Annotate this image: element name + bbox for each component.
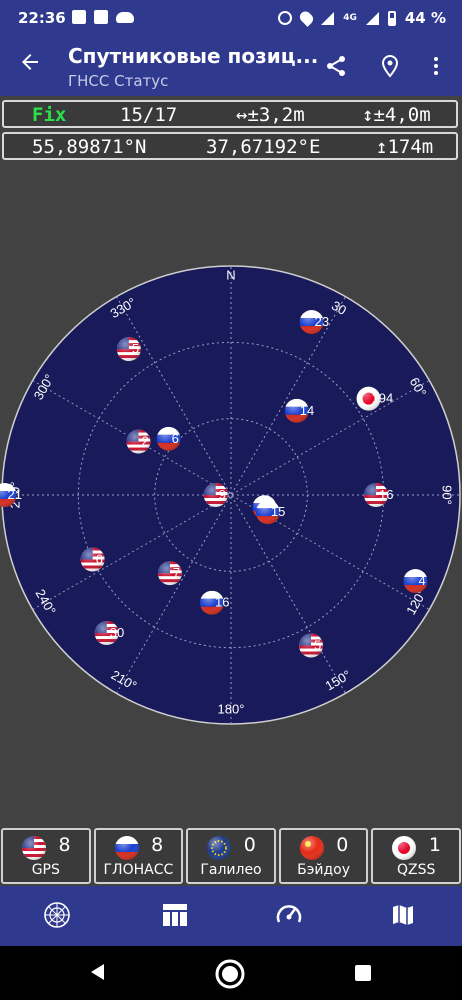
count-label: GPS (31, 862, 60, 878)
count-label: Галилео (200, 862, 262, 878)
location-marker-icon (381, 54, 399, 78)
eu-flag-icon (206, 835, 233, 861)
russia-flag-icon (114, 835, 140, 861)
horizontal-accuracy: ↔±3,2m (236, 104, 305, 126)
share-icon (327, 56, 345, 76)
image-icon (72, 10, 86, 24)
more-vert-icon (434, 57, 438, 75)
count-value: 1 (428, 834, 441, 856)
position-info-row: 55,89871°N 37,67192°E ↥174m (2, 132, 458, 160)
satellite-id: 4 (418, 573, 425, 588)
recents-square-icon[interactable] (354, 964, 372, 982)
satellite-id: 2 (141, 434, 148, 449)
satellite-marker[interactable]: 9 (204, 483, 228, 507)
arrow-back-icon (22, 54, 38, 70)
table-icon (163, 904, 187, 926)
app-bar: Спутниковые позиц... ГНСС Статус (0, 36, 462, 96)
page-title: Спутниковые позиц... (68, 44, 319, 68)
alarm-icon (278, 11, 293, 25)
notification-icons (72, 10, 134, 24)
status-time: 22:36 (18, 9, 66, 27)
satellite-id: 6 (172, 431, 179, 446)
nav-map[interactable] (386, 898, 420, 932)
count-value: 0 (243, 834, 256, 856)
count-qzss[interactable]: 1 QZSS (371, 828, 461, 884)
signal2-icon (365, 11, 379, 25)
satellite-marker[interactable]: 7 (158, 561, 182, 585)
count-beidou[interactable]: 0 Бэйдоу (278, 828, 369, 884)
constellation-counts: 8 GPS 8 ГЛОНАСС 0 Галилео 0 Бэйдоу 1 QZS… (0, 828, 462, 886)
satellite-id: 30 (110, 625, 124, 640)
satellite-marker[interactable]: 2 (126, 430, 150, 454)
japan-flag-icon (392, 836, 417, 860)
count-value: 8 (58, 834, 71, 856)
skyplot-icon (44, 902, 70, 928)
satellite-marker[interactable]: 6 (81, 548, 105, 572)
battery-level: 44 % (404, 9, 446, 27)
satellite-id: 16 (379, 487, 393, 502)
satellite-id: 6 (96, 552, 103, 567)
compass-label: N (226, 267, 235, 282)
nav-skyplot[interactable] (40, 898, 74, 932)
count-value: 8 (151, 834, 164, 856)
back-triangle-icon[interactable] (88, 962, 108, 982)
altitude: ↥174m (376, 136, 434, 158)
system-navigation (0, 946, 462, 1000)
satellite-id: 5 (314, 638, 321, 653)
more-options-button[interactable] (420, 50, 452, 82)
compass-label: 90° (440, 485, 455, 505)
latitude: 55,89871°N (32, 136, 147, 158)
fix-info-row: Fix 15/17 ↔±3,2m ↕±4,0m (2, 100, 458, 128)
count-galileo[interactable]: 0 Галилео (186, 828, 276, 884)
location-button[interactable] (374, 50, 406, 82)
satellite-id: 23 (315, 314, 329, 329)
longitude: 37,67192°E (206, 136, 321, 158)
cloud-icon (116, 12, 134, 23)
nav-speed[interactable] (272, 898, 306, 932)
status-right: 4G 44 % (278, 9, 446, 27)
satellite-id: 21 (8, 487, 22, 502)
satellite-id: 9 (219, 487, 226, 502)
china-flag-icon (299, 836, 324, 860)
map-icon (393, 905, 413, 925)
satellite-marker[interactable]: 5 (117, 337, 141, 361)
share-button[interactable] (320, 50, 352, 82)
satellite-id: 7 (173, 565, 180, 580)
nav-table[interactable] (158, 898, 192, 932)
skyplot[interactable]: N3060°90°120°150°180°210°240°270°300°330… (0, 262, 462, 728)
speedometer-icon (276, 905, 302, 923)
battery-icon (387, 10, 396, 26)
count-label: QZSS (396, 862, 436, 878)
fix-status: Fix (32, 104, 67, 126)
usa-flag-icon (21, 835, 47, 861)
home-circle-icon[interactable] (214, 958, 246, 990)
satellite-count: 15/17 (120, 104, 178, 126)
network-type: 4G (343, 12, 357, 23)
back-button[interactable] (18, 50, 42, 82)
satellite-id: 194 (372, 391, 394, 406)
satellite-marker[interactable]: 6 (157, 427, 181, 451)
satellite-id: 5 (132, 341, 139, 356)
bottom-navigation (0, 886, 462, 946)
vertical-accuracy: ↕±4,0m (362, 104, 431, 126)
gallery-icon (94, 10, 108, 24)
count-label: ГЛОНАСС (103, 862, 174, 878)
satellite-id: 14 (300, 403, 314, 418)
page-subtitle: ГНСС Статус (68, 72, 169, 90)
location-icon (297, 9, 316, 27)
status-bar: 22:36 4G 44 % (0, 0, 462, 36)
count-value: 0 (336, 834, 349, 856)
compass-label: 180° (218, 701, 245, 716)
count-gps[interactable]: 8 GPS (1, 828, 91, 884)
count-glonass[interactable]: 8 ГЛОНАСС (93, 828, 184, 884)
count-label: Бэйдоу (297, 862, 351, 878)
satellite-id: 16 (215, 595, 229, 610)
satellite-marker[interactable]: 4 (403, 569, 427, 593)
satellite-marker[interactable]: 5 (299, 634, 323, 658)
satellite-id: 15 (271, 504, 285, 519)
signal-icon (321, 11, 335, 25)
